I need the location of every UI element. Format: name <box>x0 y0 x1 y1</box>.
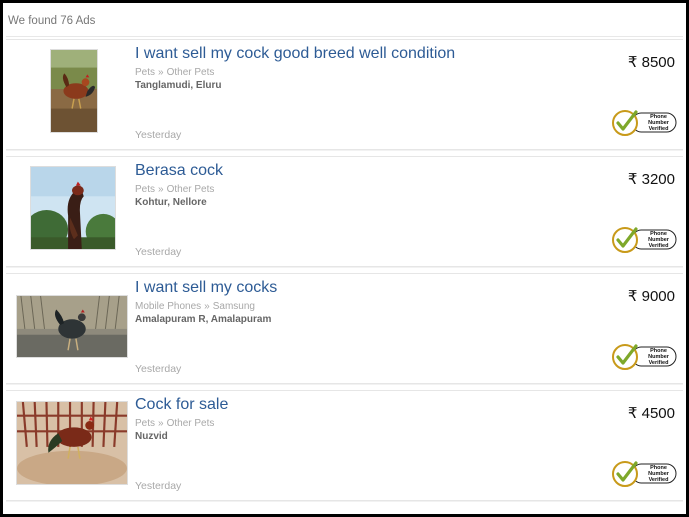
ad-title[interactable]: Cock for sale <box>135 396 228 414</box>
subcategory-link[interactable]: Other Pets <box>167 184 215 195</box>
phone-verified-badge: Phone Number Verified <box>612 342 678 372</box>
ad-listing[interactable]: I want sell my cock good breed well cond… <box>6 39 683 150</box>
badge-line: Verified <box>648 243 669 249</box>
ad-location: Nuzvid <box>135 431 168 442</box>
ad-date: Yesterday <box>135 363 182 375</box>
ad-price: ₹ 8500 <box>627 54 675 71</box>
ad-date: Yesterday <box>135 246 182 258</box>
category-link[interactable]: Pets <box>135 184 155 195</box>
category-link[interactable]: Pets <box>135 418 155 429</box>
subcategory-link[interactable]: Other Pets <box>167 67 215 78</box>
ad-title[interactable]: Berasa cock <box>135 162 223 180</box>
subcategory-link[interactable]: Samsung <box>213 301 255 312</box>
badge-line: Verified <box>648 360 669 366</box>
ad-date: Yesterday <box>135 129 182 141</box>
ad-title[interactable]: I want sell my cock good breed well cond… <box>135 45 455 63</box>
phone-verified-badge: Phone Number Verified <box>612 459 678 489</box>
ad-price: ₹ 3200 <box>627 171 675 188</box>
ad-thumbnail[interactable] <box>16 401 128 485</box>
ad-date: Yesterday <box>135 480 182 492</box>
ad-thumbnail[interactable] <box>50 49 98 133</box>
ad-price: ₹ 9000 <box>627 288 675 305</box>
ad-listing[interactable]: Cock for sale Pets» Other Pets Nuzvid Yes… <box>6 390 683 501</box>
ad-location: Amalapuram R, Amalapuram <box>135 314 272 325</box>
category-link[interactable]: Mobile Phones <box>135 301 201 312</box>
ad-category: Pets» Other Pets <box>135 67 215 78</box>
ad-thumbnail[interactable] <box>16 295 128 358</box>
ad-location: Tanglamudi, Eluru <box>135 80 222 91</box>
ad-title[interactable]: I want sell my cocks <box>135 279 277 297</box>
ad-category: Pets» Other Pets <box>135 184 215 195</box>
ad-thumbnail[interactable] <box>30 166 116 250</box>
ad-listing[interactable]: Berasa cock Pets» Other Pets Kohtur, Nell… <box>6 156 683 267</box>
ad-category: Mobile Phones» Samsung <box>135 301 255 312</box>
subcategory-link[interactable]: Other Pets <box>167 418 215 429</box>
results-count: We found 76 Ads <box>8 15 96 27</box>
ad-location: Kohtur, Nellore <box>135 197 207 208</box>
phone-verified-badge: Phone Number Verified <box>612 225 678 255</box>
badge-line: Verified <box>648 126 669 132</box>
badge-line: Verified <box>648 477 669 483</box>
ad-listing[interactable]: I want sell my cocks Mobile Phones» Samsu… <box>6 273 683 384</box>
ad-price: ₹ 4500 <box>627 405 675 422</box>
phone-verified-badge: Phone Number Verified <box>612 108 678 138</box>
divider <box>6 36 683 37</box>
ad-category: Pets» Other Pets <box>135 418 215 429</box>
results-panel: We found 76 Ads I want sell my cock good… <box>3 3 686 514</box>
category-link[interactable]: Pets <box>135 67 155 78</box>
